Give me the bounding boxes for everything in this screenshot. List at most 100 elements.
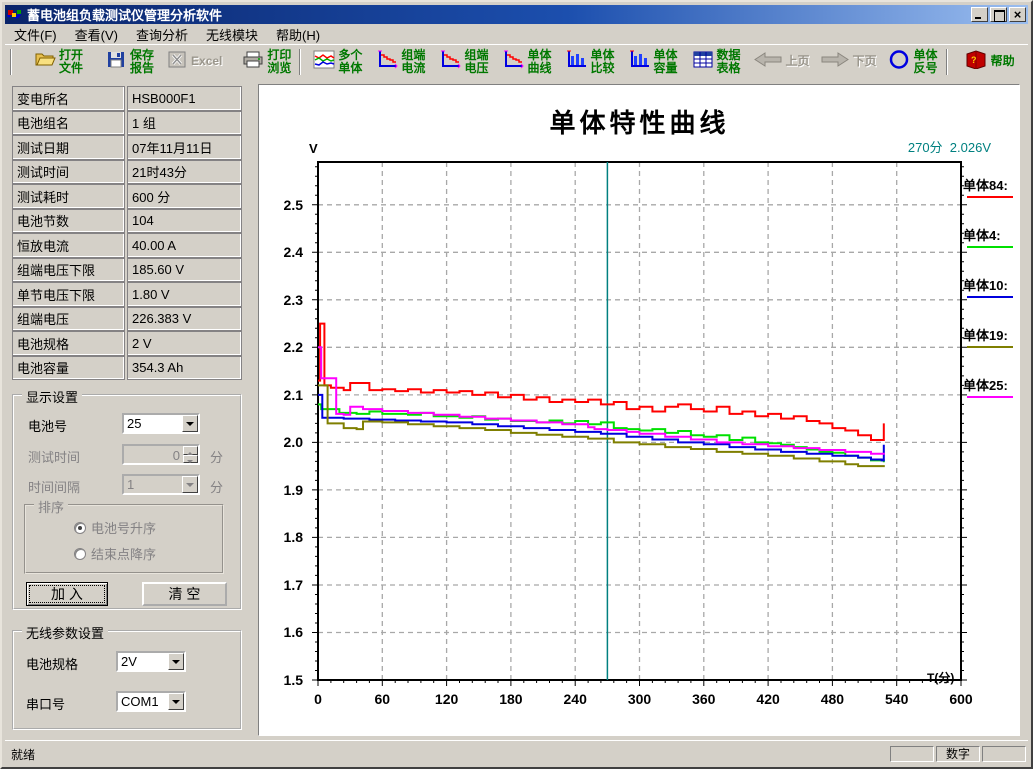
cell-compare-button[interactable]: 单体比较 (562, 47, 617, 77)
open-file-button[interactable]: 打开文件 (31, 47, 86, 77)
info-value: 226.383 V (127, 307, 242, 332)
x-tick-label: 240 (555, 691, 595, 707)
help-button[interactable]: ? 帮助 (961, 47, 1018, 77)
cell-capacity-button[interactable]: 单体容量 (625, 47, 680, 77)
test-time-spinner[interactable]: 0 (122, 444, 200, 465)
info-label: 恒放电流 (12, 233, 125, 258)
battery-spec-combo[interactable]: 2V (116, 651, 186, 672)
info-value: 354.3 Ah (127, 356, 242, 381)
cell-invert-button[interactable]: 单体反号 (884, 47, 941, 77)
multi-cell-button[interactable]: 多个单体 (310, 47, 365, 77)
info-label: 电池容量 (12, 356, 125, 381)
arrow-left-icon (753, 50, 783, 74)
print-preview-button[interactable]: 打印浏览 (239, 47, 294, 77)
x-tick-label: 120 (427, 691, 467, 707)
info-row-10: 电池规格2 V (12, 331, 242, 356)
info-label: 变电所名 (12, 86, 125, 111)
info-value: HSB000F1 (127, 86, 242, 111)
next-page-button[interactable]: 下页 (817, 47, 880, 77)
svg-text:?: ? (971, 55, 977, 65)
info-value: 21时43分 (127, 160, 242, 185)
x-tick-label: 600 (941, 691, 981, 707)
test-time-unit: 分 (210, 447, 223, 466)
chart-line-icon (376, 50, 398, 74)
bar-chart-icon (628, 50, 650, 74)
interval-unit: 分 (210, 477, 223, 496)
legend-color-line (967, 246, 1013, 248)
chevron-down-icon[interactable] (182, 415, 198, 432)
y-tick-label: 2.5 (267, 197, 303, 213)
cell-curve-button[interactable]: 单体曲线 (499, 47, 554, 77)
display-settings-title: 显示设置 (22, 387, 82, 406)
status-pane-num: 数字 (936, 746, 980, 762)
info-row-0: 变电所名HSB000F1 (12, 86, 242, 111)
menu-item-1[interactable]: 查看(V) (66, 23, 127, 46)
info-row-11: 电池容量354.3 Ah (12, 356, 242, 381)
info-row-9: 组端电压226.383 V (12, 307, 242, 332)
save-report-button[interactable]: 保存报告 (102, 47, 157, 77)
cell-compare-label: 单体比较 (590, 49, 614, 75)
info-row-1: 电池组名1 组 (12, 111, 242, 136)
group-current-button[interactable]: 组端电流 (373, 47, 428, 77)
info-label: 测试时间 (12, 160, 125, 185)
arrow-right-icon (820, 50, 850, 74)
info-label: 电池节数 (12, 209, 125, 234)
close-button[interactable] (1009, 7, 1026, 22)
save-report-label: 保存报告 (130, 49, 154, 75)
test-time-value: 0 (124, 446, 183, 463)
minimize-button[interactable] (971, 7, 988, 22)
battery-spec-label: 电池规格 (26, 654, 78, 673)
x-tick-label: 540 (877, 691, 917, 707)
maximize-button[interactable] (990, 7, 1007, 22)
menu-item-2[interactable]: 查询分析 (127, 23, 197, 46)
status-bar: 就绪 数字 (5, 744, 1028, 764)
next-page-label: 下页 (853, 55, 877, 68)
x-tick-label: 300 (620, 691, 660, 707)
legend-label-3: 单体19: (963, 325, 1020, 344)
com-port-combo[interactable]: COM1 (116, 691, 186, 712)
circle-icon (887, 50, 911, 74)
info-value: 185.60 V (127, 258, 242, 283)
clear-button[interactable]: 清 空 (142, 582, 227, 606)
legend-color-line (967, 196, 1013, 198)
menu-item-4[interactable]: 帮助(H) (267, 23, 329, 46)
group-voltage-button[interactable]: 组端电压 (436, 47, 491, 77)
radio-icon (74, 522, 86, 534)
info-row-2: 测试日期07年11月11日 (12, 135, 242, 160)
chevron-down-icon[interactable] (168, 693, 184, 710)
prev-page-button[interactable]: 上页 (750, 47, 813, 77)
chevron-down-icon[interactable] (168, 653, 184, 670)
y-tick-label: 1.9 (267, 482, 303, 498)
cell-curve-label: 单体曲线 (527, 49, 551, 75)
print-icon (242, 50, 264, 74)
sort-desc-radio: 结束点降序 (74, 544, 156, 563)
print-preview-label: 打印浏览 (267, 49, 291, 75)
x-tick-label: 420 (748, 691, 788, 707)
title-bar[interactable]: 蓄电池组负载测试仪管理分析软件 (5, 5, 1028, 24)
toolbar-separator (299, 49, 301, 75)
menu-item-3[interactable]: 无线模块 (197, 23, 267, 46)
excel-icon (166, 50, 188, 74)
data-table-button[interactable]: 数据表格 (689, 47, 744, 77)
battery-no-combo[interactable]: 25 (122, 413, 200, 434)
spin-up-icon[interactable] (183, 446, 198, 455)
legend-color-line (967, 346, 1013, 348)
add-button-label: 加 入 (51, 584, 83, 604)
info-row-4: 测试耗时600 分 (12, 184, 242, 209)
help-label: 帮助 (991, 55, 1015, 68)
menu-item-0[interactable]: 文件(F) (5, 23, 66, 46)
menu-bar: 文件(F)查看(V)查询分析无线模块帮助(H) (5, 24, 1028, 44)
plot-area[interactable] (259, 85, 1021, 737)
sort-desc-label: 结束点降序 (91, 544, 156, 563)
info-row-8: 单节电压下限1.80 V (12, 282, 242, 307)
spin-down-icon[interactable] (183, 455, 198, 464)
y-tick-label: 2.2 (267, 339, 303, 355)
excel-button[interactable]: Excel (163, 47, 225, 77)
info-label: 单节电压下限 (12, 282, 125, 307)
clear-button-label: 清 空 (169, 584, 201, 604)
status-text: 就绪 (5, 746, 890, 763)
cell-capacity-label: 单体容量 (653, 49, 677, 75)
add-button[interactable]: 加 入 (26, 582, 108, 606)
y-tick-label: 2.0 (267, 434, 303, 450)
window-title: 蓄电池组负载测试仪管理分析软件 (27, 5, 222, 24)
